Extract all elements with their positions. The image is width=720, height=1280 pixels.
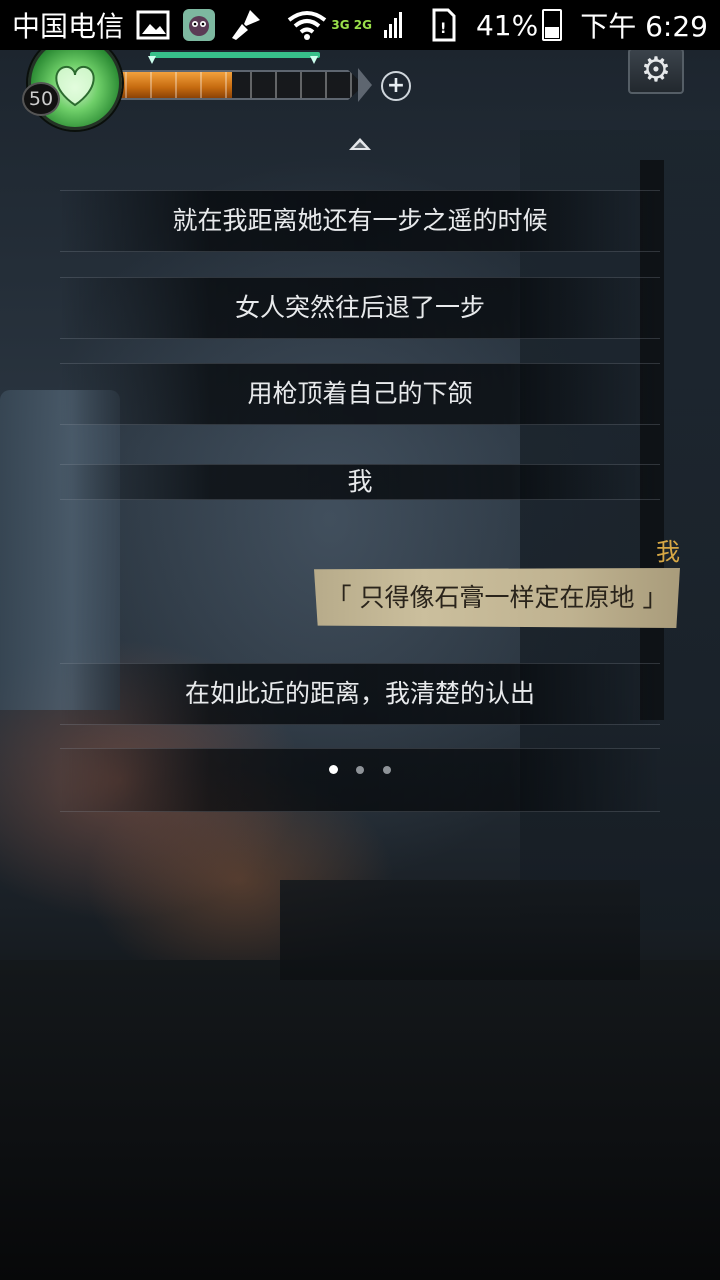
gallery-icon xyxy=(136,8,170,42)
health-bar xyxy=(150,52,320,58)
status-right: 3G 2G ! 41% 下午 6:29 xyxy=(275,5,708,45)
narration-line: 在如此近的距离，我清楚的认出 xyxy=(60,663,660,725)
health-marker-right xyxy=(310,56,318,64)
narration-line: 我 xyxy=(60,464,660,500)
page-dot xyxy=(329,765,338,774)
speaker-name: 我 xyxy=(656,538,680,566)
signal-icon xyxy=(383,8,418,42)
gear-icon: ⚙ xyxy=(640,50,672,90)
svg-text:!: ! xyxy=(440,21,446,37)
game-screen[interactable]: 中国电信 3G 2G ! 41% 下午 6:29 + 50 ⚙ 就在我距离她还有… xyxy=(0,0,720,1280)
carrier-name: 中国电信 xyxy=(12,10,125,43)
battery-percent: 41% xyxy=(475,8,539,42)
scene-tank xyxy=(0,390,120,710)
health-marker-left xyxy=(148,56,156,64)
experience-bar xyxy=(100,70,364,100)
app-monster-icon xyxy=(182,8,216,42)
pagination-row[interactable] xyxy=(60,748,660,812)
cleaner-icon xyxy=(228,8,262,42)
narration-line: 就在我距离她还有一步之遥的时候 xyxy=(60,190,660,252)
scene-ground xyxy=(0,960,720,1280)
settings-button[interactable]: ⚙ xyxy=(628,48,684,94)
narration-line: 用枪顶着自己的下颌 xyxy=(60,363,660,425)
clock: 下午 6:29 xyxy=(580,10,708,43)
page-dot xyxy=(383,766,391,774)
experience-bar-arrow xyxy=(358,68,372,102)
scene-structure xyxy=(280,880,640,980)
narration-line: 女人突然往后退了一步 xyxy=(60,277,660,339)
page-dot xyxy=(356,766,364,774)
battery-icon xyxy=(542,9,563,41)
network-type: 3G 2G xyxy=(331,18,372,32)
sim-icon: ! xyxy=(430,8,464,42)
status-bar: 中国电信 3G 2G ! 41% 下午 6:29 xyxy=(0,0,720,50)
experience-ticks xyxy=(102,72,362,98)
level-badge: 50 xyxy=(22,82,60,116)
player-hud: + 50 ⚙ xyxy=(0,36,720,130)
speech-bubble[interactable]: 「 只得像石膏一样定在原地 」 xyxy=(314,568,680,628)
wifi-icon xyxy=(287,8,327,42)
scroll-up-arrow-icon[interactable] xyxy=(349,138,371,150)
add-button[interactable]: + xyxy=(381,71,411,101)
